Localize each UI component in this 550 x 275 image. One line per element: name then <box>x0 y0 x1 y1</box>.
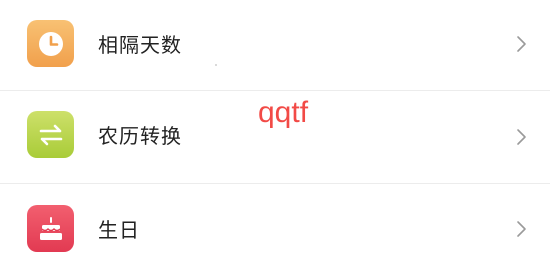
tools-list: 相隔天数 农历转换 生日 qqtf <box>0 0 550 275</box>
birthday-cake-icon <box>27 205 74 252</box>
list-item-day-interval[interactable]: 相隔天数 <box>0 0 550 90</box>
divider <box>0 90 550 91</box>
chevron-right-icon <box>517 221 526 237</box>
stray-dot <box>215 64 217 66</box>
clock-icon <box>27 20 74 67</box>
list-item-label: 生日 <box>98 218 140 242</box>
swap-arrows-icon <box>27 111 74 158</box>
chevron-right-icon <box>517 129 526 145</box>
list-item-label: 相隔天数 <box>98 33 182 57</box>
list-item-birthday[interactable]: 生日 <box>0 184 550 275</box>
list-item-label: 农历转换 <box>98 124 182 148</box>
watermark-text: qqtf <box>258 96 309 129</box>
chevron-right-icon <box>517 36 526 52</box>
